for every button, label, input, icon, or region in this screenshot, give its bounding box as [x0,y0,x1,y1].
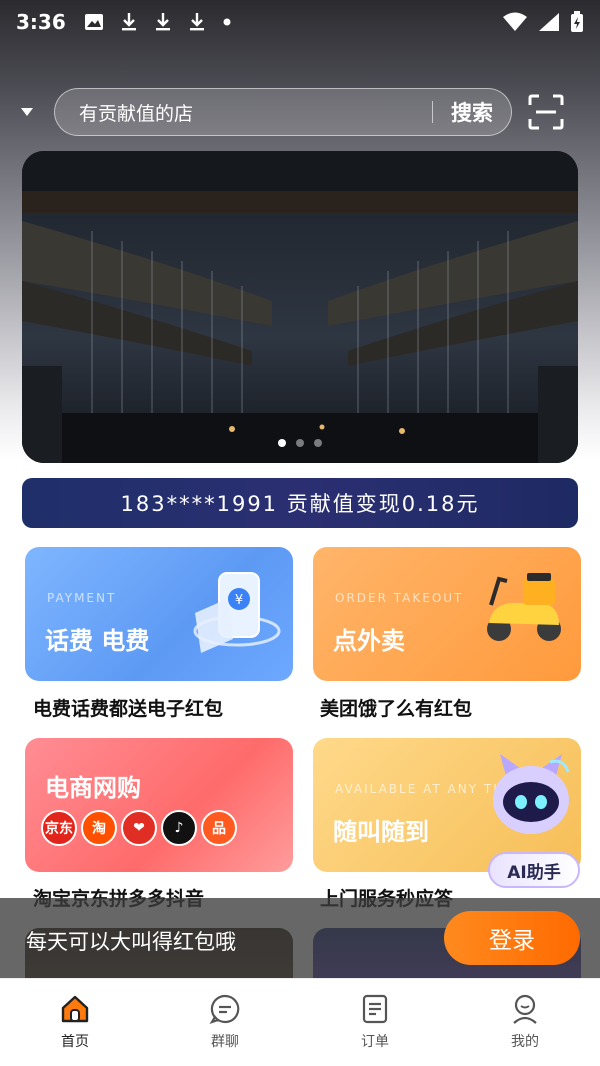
card-title: 电商网购 [45,774,141,802]
card-ecommerce[interactable]: 电商网购 京东 淘 ❤ ♪ 品 [25,738,293,872]
download-icon [121,13,136,31]
download-icon [155,13,170,31]
carousel-dots [22,439,578,447]
kuaishou-logo-icon[interactable]: 品 [201,810,237,846]
image-notification-icon [84,14,103,30]
tab-home[interactable]: 首页 [0,979,150,1066]
tab-chat-label: 群聊 [211,1034,239,1050]
system-icons [502,11,584,33]
card-caption-bill: 电费话费都送电子红包 [33,698,224,720]
ai-assistant-label: AI助手 [507,862,561,883]
download-icon [189,13,204,31]
contribution-bar[interactable]: 183****1991 贡献值变现0.18元 [22,478,578,528]
ai-robot-icon[interactable] [486,752,576,844]
shop-logos: 京东 淘 ❤ ♪ 品 [41,810,237,846]
scan-icon[interactable] [528,94,564,130]
taobao-logo-icon[interactable]: 淘 [81,810,117,846]
login-button[interactable]: 登录 [444,911,580,965]
caret-down-icon [21,108,33,116]
battery-icon [571,11,583,32]
search-button[interactable]: 搜索 [433,97,511,127]
jd-logo-icon[interactable]: 京东 [41,810,77,846]
ai-assistant-button[interactable]: AI助手 [488,852,580,888]
tab-profile[interactable]: 我的 [450,979,600,1066]
card-title: 点外卖 [333,627,405,655]
tab-orders[interactable]: 订单 [300,979,450,1066]
location-dropdown[interactable] [0,86,54,138]
order-icon [362,994,388,1024]
card-bill-payment[interactable]: PAYMENT 话费 电费 ¥ [25,547,293,681]
bottom-nav: 首页 群聊 订单 我的 [0,978,600,1066]
banner-image [22,151,578,463]
tab-orders-label: 订单 [361,1034,389,1050]
home-icon [61,995,89,1023]
status-bar: 3:36 [0,0,600,44]
search-row: 有贡献值的店 搜索 [0,86,600,138]
dot-icon [223,18,231,26]
carousel-dot-active[interactable] [278,439,286,447]
pinduoduo-logo-icon[interactable]: ❤ [121,810,157,846]
card-subtitle: PAYMENT [47,591,117,605]
tab-profile-label: 我的 [511,1034,539,1050]
chat-icon [209,994,240,1024]
banner-carousel[interactable] [22,151,578,463]
wifi-icon [503,12,527,31]
card-title: 随叫随到 [333,818,429,846]
signal-icon [539,13,559,31]
contribution-text: 183****1991 贡献值变现0.18元 [120,492,480,516]
carousel-dot[interactable] [314,439,322,447]
login-banner-text: 每天可以大叫得红包哦 [26,930,236,954]
card-takeout[interactable]: ORDER TAKEOUT 点外卖 [313,547,581,681]
card-subtitle: AVAILABLE AT ANY TI [335,782,499,796]
notification-icons [84,12,232,32]
search-box[interactable]: 有贡献值的店 搜索 [54,88,512,136]
card-title: 话费 电费 [45,627,150,655]
carousel-dot[interactable] [296,439,304,447]
douyin-logo-icon[interactable]: ♪ [161,810,197,846]
search-input[interactable]: 有贡献值的店 [79,99,432,126]
card-caption-takeout: 美团饿了么有红包 [320,698,473,720]
status-time: 3:36 [16,10,66,34]
scooter-icon [487,573,561,641]
tab-chat[interactable]: 群聊 [150,979,300,1066]
card-subtitle: ORDER TAKEOUT [335,591,464,605]
svg-text:¥: ¥ [235,593,243,608]
login-button-label: 登录 [489,928,535,954]
phone-payment-icon: ¥ [193,572,281,653]
profile-icon [513,994,537,1024]
tab-home-label: 首页 [61,1034,89,1050]
